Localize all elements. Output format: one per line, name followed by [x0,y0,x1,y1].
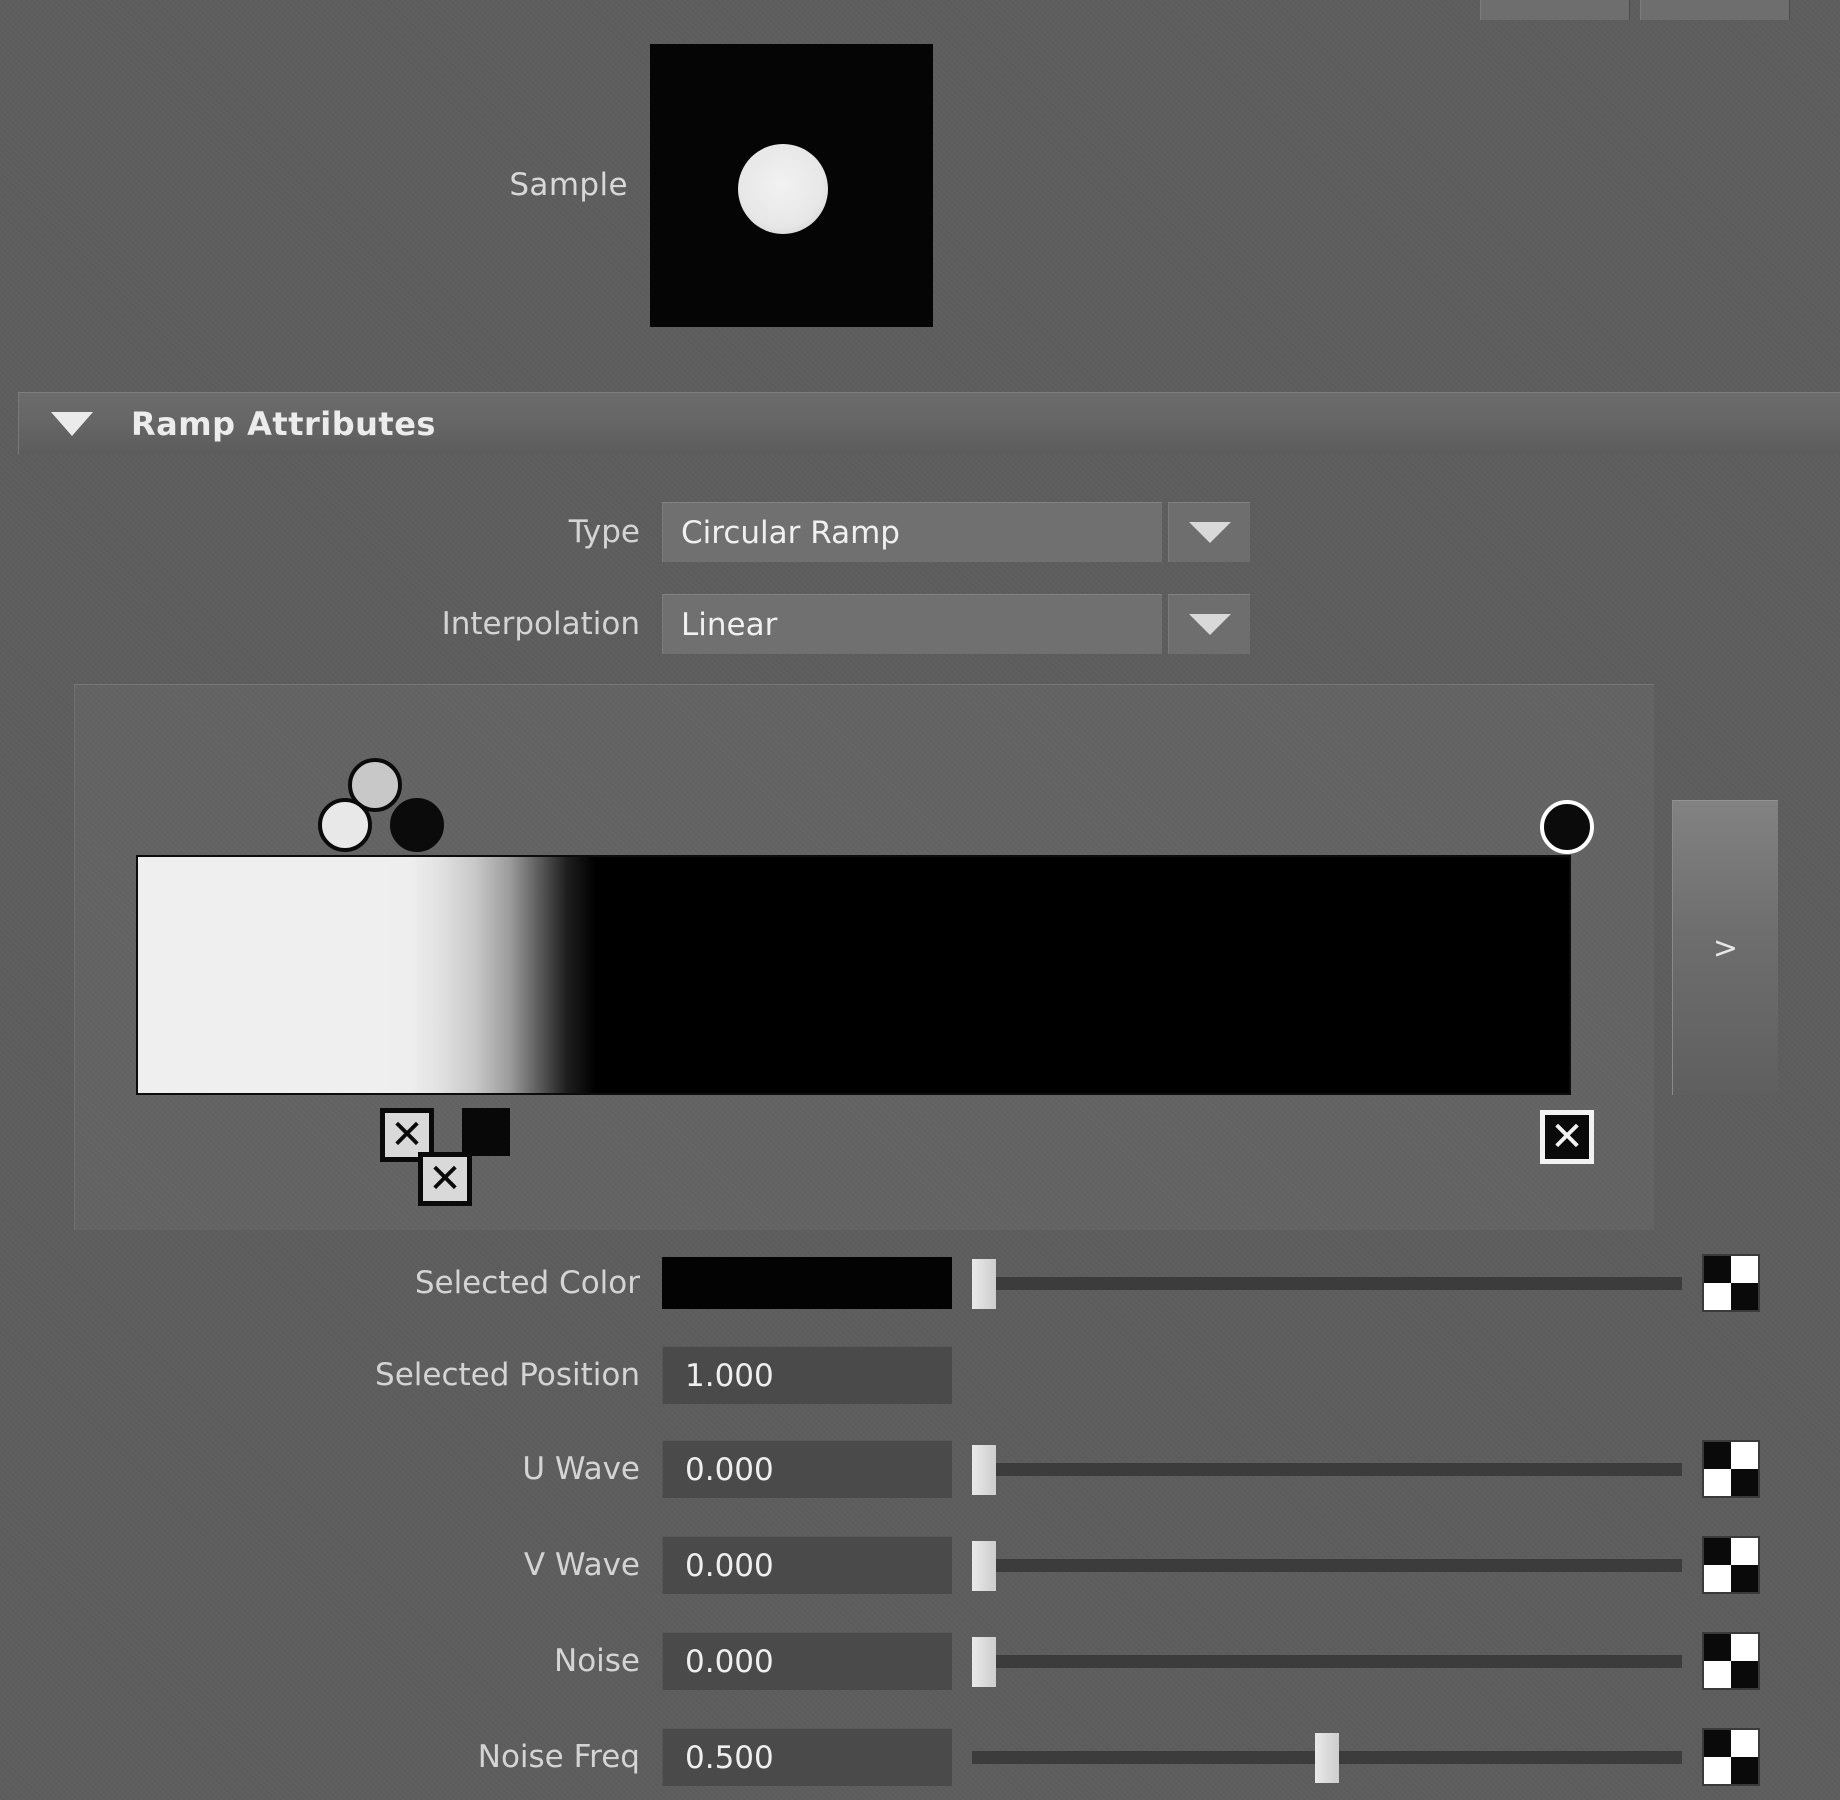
sample-preview-dot [738,143,828,234]
v-wave-label: V Wave [523,1547,640,1583]
type-dropdown-arrow-button[interactable] [1168,502,1250,562]
section-title: Ramp Attributes [131,404,436,443]
noise-slider[interactable] [972,1632,1682,1690]
checker-map-icon[interactable] [1702,1254,1760,1312]
v-wave-slider[interactable] [972,1536,1682,1594]
chevron-down-icon [1188,614,1231,635]
selected-color-swatch[interactable] [662,1257,952,1309]
slider-track [972,1277,1682,1290]
sample-swatch[interactable] [650,43,933,327]
chevron-down-icon [1188,522,1231,543]
v-wave-input[interactable]: 0.000 [662,1536,952,1594]
u-wave-input[interactable]: 0.000 [662,1440,952,1498]
u-wave-row: U Wave 0.000 [0,1438,1840,1500]
sample-row: Sample [0,43,1840,327]
slider-handle[interactable] [972,1259,996,1309]
selected-position-label: Selected Position [375,1357,640,1393]
map-button-placeholder [1682,1346,1760,1404]
ramp-marker-black[interactable] [390,798,444,852]
interpolation-row: Interpolation Linear [0,594,1840,654]
type-row: Type Circular Ramp [0,502,1840,562]
slider-handle[interactable] [1315,1733,1339,1783]
selected-color-row: Selected Color [0,1252,1840,1314]
selected-color-slider[interactable] [972,1254,1682,1312]
v-wave-row: V Wave 0.000 [0,1534,1840,1596]
ramp-marker-selected-black[interactable] [1540,800,1594,854]
triangle-down-icon[interactable] [51,411,93,436]
slider-handle[interactable] [972,1445,996,1495]
ramp-marker-white[interactable] [318,798,372,852]
noise-freq-slider[interactable] [972,1728,1682,1786]
slider-handle[interactable] [972,1637,996,1687]
slider-track [972,1655,1682,1668]
u-wave-label: U Wave [522,1451,640,1487]
ramp-attributes-section-header[interactable]: Ramp Attributes [18,392,1840,454]
noise-label: Noise [554,1643,640,1679]
ramp-delete-handle-2[interactable]: ✕ [418,1152,472,1206]
ramp-gradient-strip[interactable] [136,855,1571,1095]
ramp-expand-button[interactable]: > [1672,800,1778,1095]
ramp-delete-handle-3[interactable]: ✕ [1540,1110,1594,1164]
type-dropdown[interactable]: Circular Ramp [662,502,1162,562]
noise-row: Noise 0.000 [0,1630,1840,1692]
checker-map-icon[interactable] [1702,1728,1760,1786]
slider-placeholder [952,1346,1682,1404]
type-label: Type [568,514,640,550]
noise-freq-label: Noise Freq [477,1739,640,1775]
u-wave-slider[interactable] [972,1440,1682,1498]
checker-map-icon[interactable] [1702,1440,1760,1498]
slider-handle[interactable] [972,1541,996,1591]
interpolation-label: Interpolation [441,606,640,642]
ramp-color-chip[interactable] [462,1108,510,1156]
top-stub-button-1[interactable] [1480,0,1630,20]
checker-map-icon[interactable] [1702,1632,1760,1690]
selected-position-row: Selected Position 1.000 [0,1344,1840,1406]
top-button-strip [1480,0,1790,20]
selected-color-label: Selected Color [414,1265,640,1301]
attribute-editor-panel: Sample Ramp Attributes Type Circular Ram… [0,0,1840,1800]
interpolation-dropdown-arrow-button[interactable] [1168,594,1250,654]
noise-freq-row: Noise Freq 0.500 [0,1726,1840,1788]
noise-freq-input[interactable]: 0.500 [662,1728,952,1786]
top-stub-button-2[interactable] [1640,0,1790,20]
checker-map-icon[interactable] [1702,1536,1760,1594]
selected-position-input[interactable]: 1.000 [662,1346,952,1404]
interpolation-dropdown[interactable]: Linear [662,594,1162,654]
sample-label: Sample [509,167,628,203]
slider-track [972,1463,1682,1476]
slider-track [972,1559,1682,1572]
noise-input[interactable]: 0.000 [662,1632,952,1690]
